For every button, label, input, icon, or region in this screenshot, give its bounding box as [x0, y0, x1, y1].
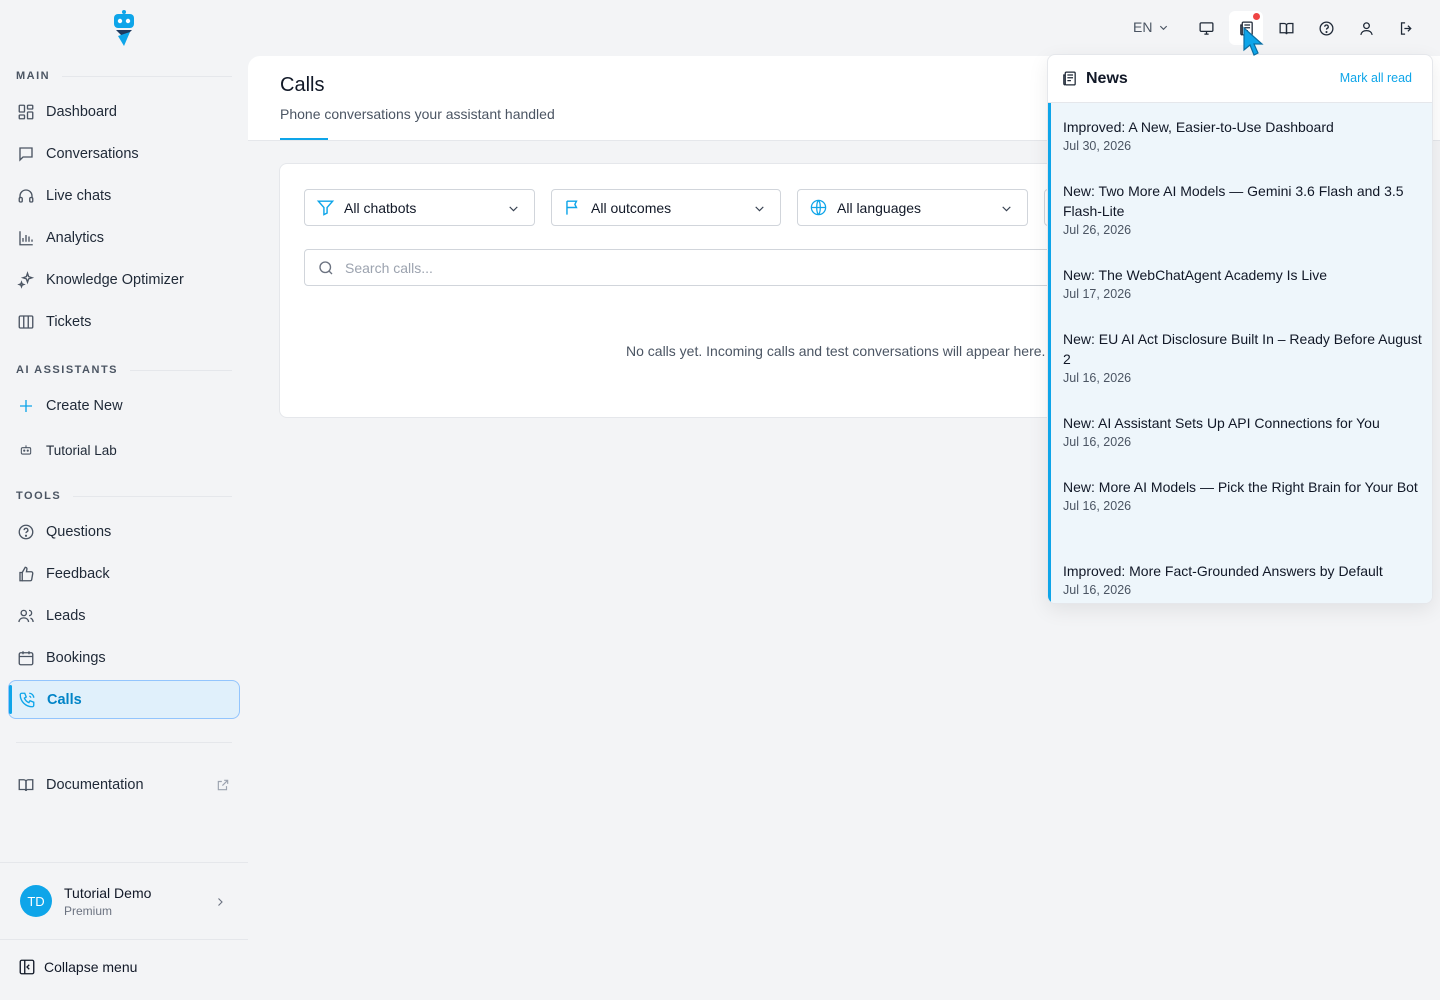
- chevron-down-icon: [1000, 202, 1013, 215]
- question-icon: [17, 523, 35, 541]
- sidebar-item-tickets[interactable]: Tickets: [8, 303, 240, 341]
- tab-indicator: [280, 138, 328, 140]
- news-list: Improved: A New, Easier-to-Use Dashboard…: [1048, 103, 1432, 603]
- chatbot-filter[interactable]: All chatbots: [304, 189, 535, 226]
- news-title: News: [1086, 69, 1128, 87]
- flag-icon: [563, 198, 582, 217]
- sidebar-collapse-icon: [19, 959, 35, 975]
- sidebar-item-tutorial-lab[interactable]: Tutorial Lab: [8, 431, 240, 469]
- news-item[interactable]: New: More AI Models — Pick the Right Bra…: [1063, 477, 1425, 513]
- page-title: Calls: [280, 74, 325, 96]
- outcome-filter[interactable]: All outcomes: [551, 189, 781, 226]
- page-subtitle: Phone conversations your assistant handl…: [280, 106, 555, 122]
- robot-logo-icon[interactable]: [110, 10, 138, 48]
- language-selector[interactable]: EN: [1133, 19, 1169, 35]
- sidebar-item-label: Dashboard: [46, 104, 117, 120]
- phone-icon: [18, 691, 36, 709]
- sparkle-icon: [17, 271, 35, 289]
- user-plan: Premium: [64, 903, 113, 918]
- headset-icon: [17, 187, 35, 205]
- divider: [16, 742, 232, 743]
- dashboard-icon: [17, 103, 35, 121]
- sidebar-item-label: Feedback: [46, 566, 110, 582]
- sidebar-item-knowledge-optimizer[interactable]: Knowledge Optimizer: [8, 261, 240, 299]
- sidebar-item-feedback[interactable]: Feedback: [8, 555, 240, 593]
- section-label-tools: TOOLS: [16, 490, 232, 502]
- news-item[interactable]: New: The WebChatAgent Academy Is Live Ju…: [1063, 265, 1425, 301]
- notification-dot: [1253, 13, 1260, 20]
- news-item[interactable]: New: EU AI Act Disclosure Built In – Rea…: [1063, 329, 1425, 385]
- sidebar-item-documentation[interactable]: Documentation: [8, 766, 240, 804]
- chat-icon: [17, 145, 35, 163]
- sidebar-item-calls[interactable]: Calls: [8, 680, 240, 719]
- mouse-cursor-icon: [1243, 26, 1264, 56]
- chevron-down-icon: [1160, 25, 1168, 30]
- sidebar-item-label: Knowledge Optimizer: [46, 272, 184, 288]
- sidebar-item-analytics[interactable]: Analytics: [8, 219, 240, 257]
- columns-icon: [17, 313, 35, 331]
- sidebar-item-label: Calls: [47, 691, 82, 708]
- users-icon: [17, 607, 35, 625]
- sidebar-item-bookings[interactable]: Bookings: [8, 639, 240, 677]
- globe-icon: [809, 198, 828, 217]
- sidebar-item-label: Analytics: [46, 230, 105, 246]
- chevron-down-icon: [753, 202, 766, 215]
- search-icon: [319, 260, 333, 274]
- language-filter[interactable]: All languages: [797, 189, 1028, 226]
- empty-state-message: No calls yet. Incoming calls and test co…: [626, 343, 1046, 359]
- sidebar-item-live-chats[interactable]: Live chats: [8, 177, 240, 215]
- section-label-ai-assistants: AI ASSISTANTS: [16, 364, 232, 376]
- sidebar-item-label: Conversations: [46, 146, 139, 162]
- chevron-right-icon: [214, 895, 226, 907]
- news-icon: [1063, 71, 1076, 86]
- user-profile[interactable]: TD Tutorial Demo Premium: [0, 862, 248, 940]
- help-icon[interactable]: [1314, 16, 1338, 40]
- sidebar-item-label: Leads: [46, 608, 86, 624]
- sidebar-item-label: Tutorial Lab: [46, 442, 117, 458]
- calendar-icon: [17, 649, 35, 667]
- external-link-icon: [216, 778, 230, 792]
- bar-chart-icon: [17, 229, 35, 247]
- monitor-icon[interactable]: [1194, 16, 1218, 40]
- user-name: Tutorial Demo: [64, 884, 152, 901]
- plus-icon: [17, 397, 35, 415]
- avatar: TD: [20, 885, 52, 917]
- sidebar-item-label: Live chats: [46, 188, 112, 204]
- mark-all-read-button[interactable]: Mark all read: [1340, 71, 1412, 85]
- news-item[interactable]: New: AI Assistant Sets Up API Connection…: [1063, 413, 1425, 449]
- book-icon[interactable]: [1274, 16, 1298, 40]
- news-item[interactable]: Improved: More Fact-Grounded Answers by …: [1063, 561, 1425, 597]
- thumbs-up-icon: [17, 565, 35, 583]
- logout-icon[interactable]: [1394, 16, 1418, 40]
- sidebar-item-conversations[interactable]: Conversations: [8, 135, 240, 173]
- sidebar-item-label: Questions: [46, 524, 112, 540]
- user-icon[interactable]: [1354, 16, 1378, 40]
- filter-icon: [316, 198, 335, 217]
- news-item[interactable]: New: Two More AI Models — Gemini 3.6 Fla…: [1063, 181, 1425, 237]
- sidebar-item-label: Create New: [46, 398, 123, 414]
- sidebar-item-label: Tickets: [46, 314, 92, 330]
- bot-icon: [17, 441, 35, 459]
- sidebar-item-questions[interactable]: Questions: [8, 513, 240, 551]
- collapse-menu-button[interactable]: Collapse menu: [18, 958, 137, 976]
- sidebar: MAIN Dashboard Conversations Live chats …: [0, 0, 248, 1000]
- section-label-main: MAIN: [16, 70, 232, 82]
- book-open-icon: [17, 776, 35, 794]
- news-panel: News Mark all read Improved: A New, Easi…: [1047, 54, 1433, 604]
- news-item[interactable]: Improved: A New, Easier-to-Use Dashboard…: [1063, 117, 1425, 153]
- sidebar-item-label: Bookings: [46, 650, 106, 666]
- sidebar-item-dashboard[interactable]: Dashboard: [8, 93, 240, 131]
- sidebar-item-create-new[interactable]: Create New: [8, 387, 240, 425]
- chevron-down-icon: [507, 202, 520, 215]
- sidebar-item-label: Documentation: [46, 777, 144, 793]
- sidebar-item-leads[interactable]: Leads: [8, 597, 240, 635]
